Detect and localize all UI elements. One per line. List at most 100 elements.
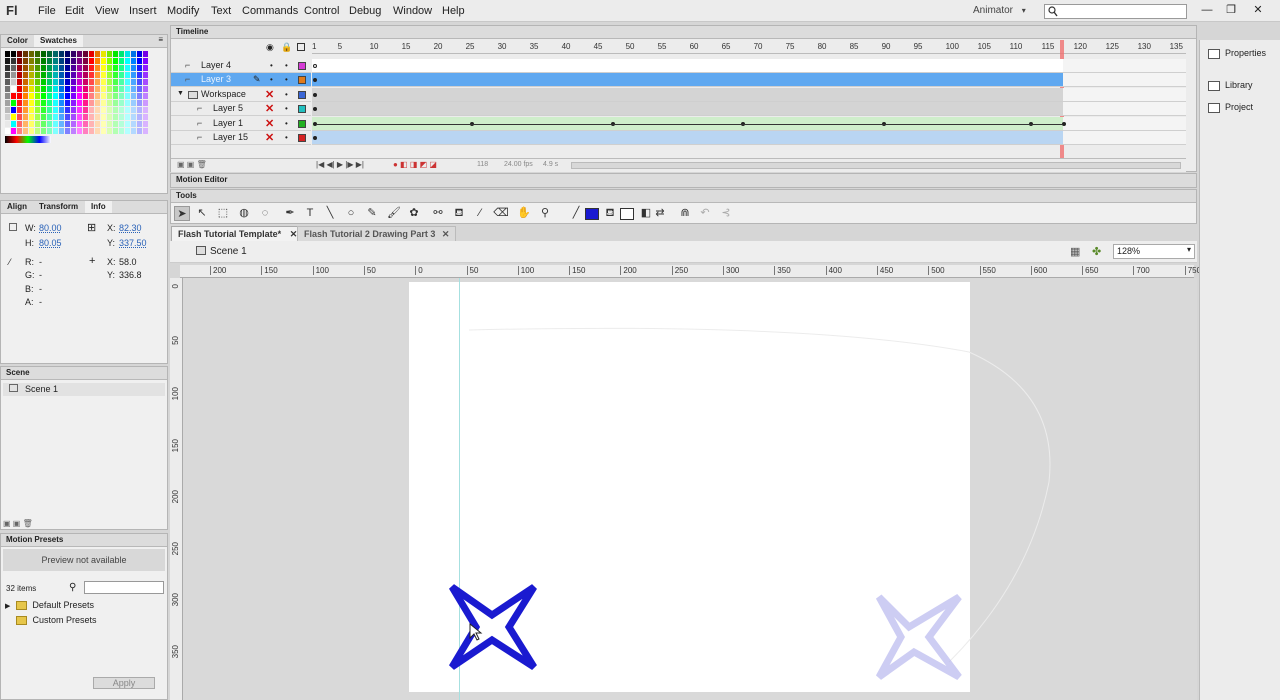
outline-color-icon[interactable]: [298, 62, 306, 70]
color-swatch[interactable]: [89, 100, 94, 106]
color-swatch[interactable]: [41, 100, 46, 106]
eyedropper-tool-icon[interactable]: ⁄: [472, 206, 488, 221]
color-swatch[interactable]: [35, 72, 40, 78]
color-swatch[interactable]: [35, 114, 40, 120]
color-swatch[interactable]: [71, 93, 76, 99]
color-swatch[interactable]: [89, 128, 94, 134]
color-swatch[interactable]: [119, 51, 124, 57]
color-swatch[interactable]: [47, 58, 52, 64]
hidden-layer-icon[interactable]: ✕: [265, 131, 274, 144]
color-swatch[interactable]: [29, 86, 34, 92]
properties-panel-button[interactable]: Properties: [1208, 46, 1266, 60]
color-swatch[interactable]: [119, 100, 124, 106]
color-swatch[interactable]: [131, 93, 136, 99]
close-tab-icon[interactable]: ✕: [442, 229, 450, 239]
color-swatch[interactable]: [143, 79, 148, 85]
color-swatch[interactable]: [101, 72, 106, 78]
width-value[interactable]: 80.00: [39, 223, 62, 233]
color-swatch[interactable]: [65, 65, 70, 71]
motion-editor-title[interactable]: Motion Editor: [171, 174, 1196, 187]
color-swatch[interactable]: [125, 79, 130, 85]
color-swatch[interactable]: [65, 128, 70, 134]
color-swatch[interactable]: [89, 79, 94, 85]
color-swatch[interactable]: [11, 93, 16, 99]
color-swatch[interactable]: [119, 65, 124, 71]
color-swatch[interactable]: [83, 72, 88, 78]
color-swatch[interactable]: [89, 93, 94, 99]
outline-color-icon[interactable]: [298, 134, 306, 142]
menu-insert[interactable]: Insert: [129, 5, 157, 17]
color-swatch[interactable]: [125, 107, 130, 113]
color-swatch[interactable]: [137, 51, 142, 57]
color-swatch[interactable]: [113, 100, 118, 106]
edit-symbol-icon[interactable]: ✤: [1092, 245, 1101, 258]
color-swatch[interactable]: [131, 100, 136, 106]
color-swatch[interactable]: [5, 79, 10, 85]
color-swatch[interactable]: [17, 65, 22, 71]
color-swatch[interactable]: [143, 114, 148, 120]
color-swatch[interactable]: [17, 114, 22, 120]
stroke-color-swatch[interactable]: [585, 208, 599, 220]
color-swatch[interactable]: [11, 100, 16, 106]
color-swatch[interactable]: [101, 93, 106, 99]
color-swatch[interactable]: [89, 72, 94, 78]
color-swatch[interactable]: [95, 86, 100, 92]
color-swatch[interactable]: [119, 121, 124, 127]
color-swatch[interactable]: [143, 58, 148, 64]
color-swatch[interactable]: [23, 93, 28, 99]
outline-all-icon[interactable]: [297, 43, 305, 51]
height-value[interactable]: 80.05: [39, 238, 62, 248]
layer-row[interactable]: ⌐ Layer 15 ✕ •: [171, 131, 311, 145]
color-swatch[interactable]: [11, 114, 16, 120]
color-swatch[interactable]: [41, 51, 46, 57]
color-swatch[interactable]: [137, 86, 142, 92]
color-swatch[interactable]: [95, 107, 100, 113]
color-swatch[interactable]: [35, 65, 40, 71]
color-swatch[interactable]: [95, 51, 100, 57]
color-swatch[interactable]: [17, 93, 22, 99]
color-swatch[interactable]: [77, 58, 82, 64]
color-swatch[interactable]: [5, 107, 10, 113]
color-swatch[interactable]: [83, 107, 88, 113]
color-swatch[interactable]: [65, 58, 70, 64]
layer-frames[interactable]: [312, 116, 1186, 131]
color-swatch[interactable]: [35, 51, 40, 57]
color-swatch[interactable]: [125, 114, 130, 120]
color-swatch[interactable]: [89, 58, 94, 64]
color-swatch[interactable]: [5, 114, 10, 120]
color-swatch[interactable]: [131, 121, 136, 127]
show-hide-all-icon[interactable]: ◉: [266, 42, 274, 53]
color-swatch[interactable]: [41, 114, 46, 120]
color-swatch[interactable]: [143, 121, 148, 127]
color-swatch[interactable]: [131, 128, 136, 134]
color-swatch[interactable]: [11, 51, 16, 57]
color-swatch[interactable]: [107, 114, 112, 120]
color-swatch[interactable]: [23, 65, 28, 71]
color-swatch[interactable]: [101, 121, 106, 127]
menu-control[interactable]: Control: [304, 5, 339, 17]
color-swatch[interactable]: [71, 128, 76, 134]
color-swatch[interactable]: [101, 107, 106, 113]
color-swatch[interactable]: [35, 128, 40, 134]
color-swatch[interactable]: [53, 65, 58, 71]
lock-dot-icon[interactable]: •: [285, 90, 288, 99]
color-swatch[interactable]: [83, 58, 88, 64]
color-swatch[interactable]: [77, 93, 82, 99]
color-swatch[interactable]: [35, 107, 40, 113]
hidden-layer-icon[interactable]: ✕: [265, 88, 274, 101]
color-swatch[interactable]: [65, 107, 70, 113]
minimize-button[interactable]: —: [1196, 2, 1218, 18]
menu-commands[interactable]: Commands: [242, 5, 298, 17]
color-swatch[interactable]: [41, 128, 46, 134]
color-swatch[interactable]: [23, 79, 28, 85]
panel-menu-icon[interactable]: ≡: [158, 34, 163, 46]
color-swatch[interactable]: [95, 79, 100, 85]
new-layer-icon[interactable]: ▣ ▣ 🗑: [177, 160, 207, 169]
line-tool-icon[interactable]: ╲: [322, 206, 338, 221]
color-swatch[interactable]: [77, 72, 82, 78]
color-swatch[interactable]: [53, 107, 58, 113]
color-swatch[interactable]: [71, 100, 76, 106]
color-swatch[interactable]: [107, 107, 112, 113]
color-swatch[interactable]: [47, 128, 52, 134]
color-swatch[interactable]: [101, 128, 106, 134]
